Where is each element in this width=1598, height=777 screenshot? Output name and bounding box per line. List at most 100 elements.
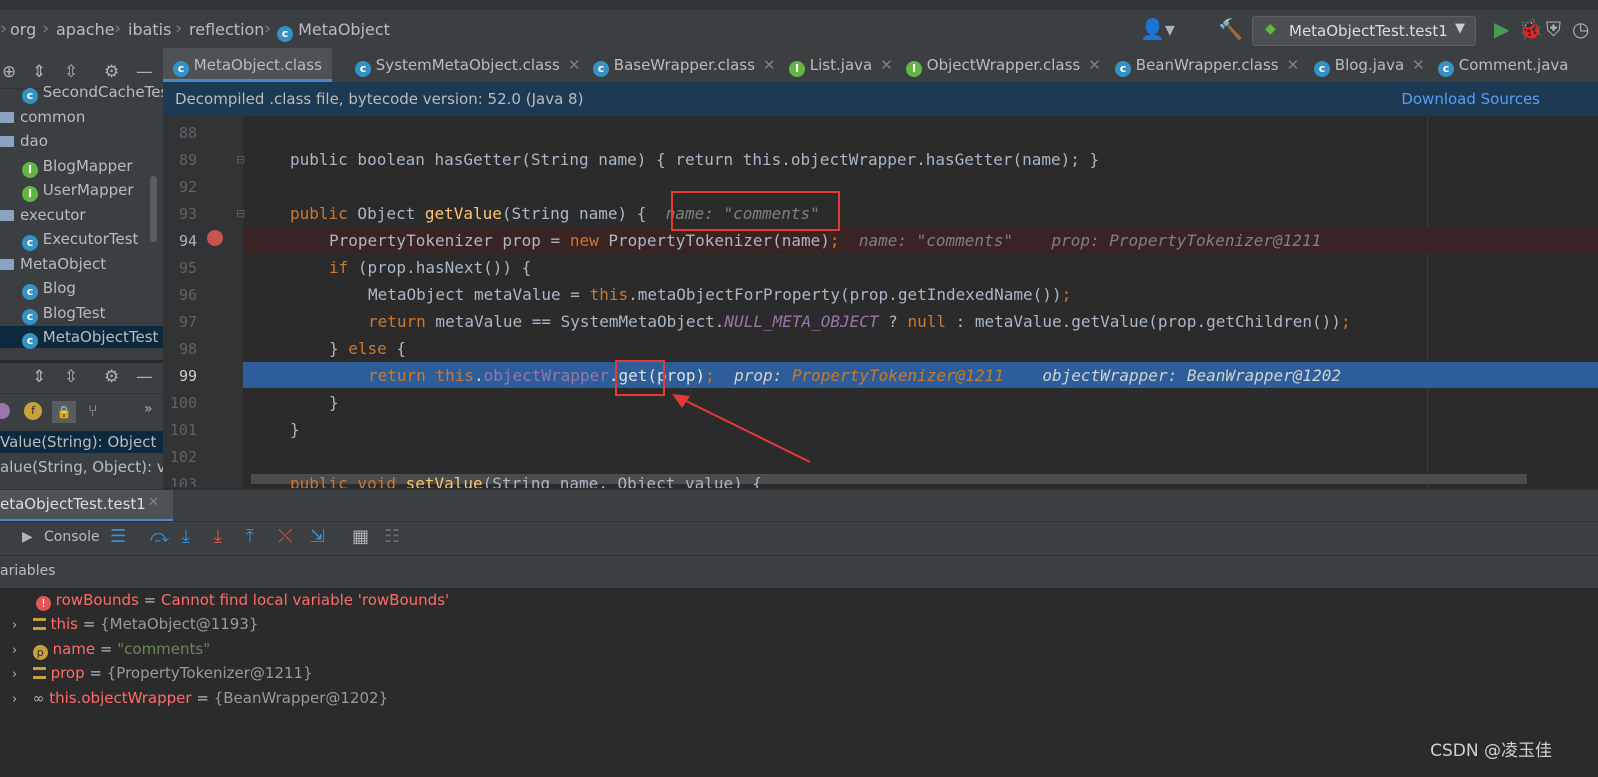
tab-debug-session[interactable]: etaObjectTest.test1 ✕: [0, 490, 173, 522]
step-over-icon[interactable]: ⤼: [150, 526, 169, 547]
variables-list: ! rowBounds = Cannot find local variable…: [0, 588, 1598, 777]
collapse-all-icon[interactable]: ⇳: [64, 367, 78, 387]
tree-item-metaobjecttest[interactable]: c MetaObjectTest: [0, 326, 163, 349]
step-into-icon[interactable]: ⤓: [182, 526, 190, 547]
variable-row[interactable]: › p name = "comments": [12, 637, 210, 661]
user-icon[interactable]: 👤▾: [1140, 18, 1175, 40]
lock-icon[interactable]: 🔒: [52, 401, 76, 423]
debug-icon[interactable]: 🐞: [1518, 18, 1543, 40]
trace-icon[interactable]: ☷: [384, 526, 400, 547]
expand-all-icon[interactable]: ⇕: [32, 62, 46, 82]
tree-item-secondcachetest[interactable]: c SecondCacheTes: [22, 81, 163, 104]
tree-item-common[interactable]: common: [0, 106, 85, 128]
run-icon[interactable]: ▶: [1494, 18, 1509, 40]
variable-name: name: [52, 640, 96, 658]
profiler-icon[interactable]: ◷: [1572, 18, 1589, 40]
tab-beanwrapper-class[interactable]: c BeanWrapper.class ✕: [1115, 48, 1299, 82]
locate-icon[interactable]: ⊕: [2, 62, 16, 82]
tree-item-label: BlogTest: [42, 304, 106, 322]
line-number: 94: [178, 232, 197, 250]
run-to-cursor-icon[interactable]: ⇲: [310, 526, 325, 547]
breadcrumb-ibatis[interactable]: ibatis: [128, 20, 171, 39]
tree-item-blogtest[interactable]: c BlogTest: [22, 302, 106, 325]
annotation-box: [671, 191, 840, 231]
collapse-all-icon[interactable]: ⇳: [64, 62, 78, 82]
chevron-right-icon[interactable]: ›: [12, 688, 28, 712]
class-icon: c: [22, 333, 38, 349]
field-filter-icon[interactable]: f: [24, 402, 42, 420]
close-icon[interactable]: ✕: [880, 56, 893, 74]
tree-item-label: executor: [20, 206, 86, 224]
variable-row[interactable]: › this = {MetaObject@1193}: [12, 612, 258, 636]
tree-item-blog[interactable]: c Blog: [22, 277, 76, 300]
chevron-right-icon[interactable]: ›: [12, 614, 28, 638]
variable-row[interactable]: › ∞ this.objectWrapper = {BeanWrapper@12…: [12, 686, 388, 710]
minimize-icon[interactable]: —: [136, 62, 153, 82]
variable-row[interactable]: › prop = {PropertyTokenizer@1211}: [12, 661, 313, 685]
tab-metaobject-class[interactable]: c MetaObject.class: [163, 48, 332, 82]
more-icon[interactable]: »: [144, 401, 153, 417]
run-config-selector[interactable]: ◆ MetaObjectTest.test1 ▼: [1252, 16, 1476, 46]
chevron-right-icon[interactable]: ›: [12, 639, 28, 663]
tree-item-blogmapper[interactable]: I BlogMapper: [22, 155, 133, 178]
tab-systemmetaobject-class[interactable]: c SystemMetaObject.class ✕: [355, 48, 580, 82]
variable-row[interactable]: ! rowBounds = Cannot find local variable…: [36, 588, 449, 612]
tree-item-executor[interactable]: executor: [0, 204, 86, 226]
tab-basewrapper-class[interactable]: c BaseWrapper.class ✕: [593, 48, 775, 82]
breakpoint-icon[interactable]: [207, 230, 223, 246]
close-icon[interactable]: ✕: [148, 495, 159, 510]
tab-objectwrapper-class[interactable]: I ObjectWrapper.class ✕: [906, 48, 1101, 82]
hierarchy-icon[interactable]: ⑂: [88, 401, 98, 420]
force-step-into-icon[interactable]: ⤓: [214, 526, 222, 547]
structure-item-getvalue[interactable]: Value(String): Object: [0, 431, 163, 453]
field-icon: [32, 618, 46, 630]
inline-value-hint: PropertyTokenizer@1211: [791, 366, 1004, 385]
close-icon[interactable]: ✕: [763, 56, 776, 74]
close-icon[interactable]: ✕: [568, 56, 581, 74]
tab-list-java[interactable]: I List.java ✕: [789, 48, 893, 82]
breadcrumb-org[interactable]: org: [10, 20, 36, 39]
class-icon: c: [355, 61, 371, 77]
download-sources-link[interactable]: Download Sources: [1401, 90, 1540, 108]
variables-header: ariables: [0, 555, 1598, 589]
tree-item-dao[interactable]: dao: [0, 130, 48, 152]
structure-item-setvalue[interactable]: alue(String, Object): vo: [0, 456, 163, 478]
coverage-icon[interactable]: ⛨: [1546, 18, 1561, 40]
console-tab[interactable]: Console: [44, 529, 100, 545]
step-out-icon[interactable]: ⤒: [246, 526, 254, 547]
tree-item-usermapper[interactable]: I UserMapper: [22, 179, 134, 202]
property-filter-icon[interactable]: [0, 403, 10, 419]
gear-icon[interactable]: ⚙: [104, 62, 119, 82]
evaluate-expression-icon[interactable]: ▦: [352, 526, 369, 547]
close-icon[interactable]: ✕: [1287, 56, 1300, 74]
tree-item-executortest[interactable]: c ExecutorTest: [22, 228, 139, 251]
gear-icon[interactable]: ⚙: [104, 367, 119, 387]
frames-icon[interactable]: ☰: [110, 526, 126, 547]
breadcrumb-separator: ›: [175, 18, 183, 39]
close-icon[interactable]: ✕: [1412, 56, 1425, 74]
tree-item-label: MetaObject: [20, 255, 107, 273]
watch-icon: ∞: [32, 691, 45, 707]
tree-item-label: MetaObjectTest: [42, 328, 159, 346]
drop-frame-icon[interactable]: ⤬: [278, 526, 292, 547]
folder-icon: [0, 112, 14, 123]
tree-item-metaobject[interactable]: MetaObject: [0, 253, 106, 275]
minimize-icon[interactable]: —: [136, 367, 153, 387]
chevron-right-icon[interactable]: ›: [12, 663, 28, 687]
breadcrumb-apache[interactable]: apache: [56, 20, 115, 39]
hammer-icon[interactable]: 🔨: [1218, 18, 1243, 40]
code-line-100: }: [329, 393, 339, 412]
close-icon[interactable]: ✕: [1088, 56, 1101, 74]
variable-name: prop: [50, 664, 85, 682]
tab-comment-java[interactable]: c Comment.java: [1438, 48, 1568, 82]
tree-item-label: ExecutorTest: [42, 230, 139, 248]
breadcrumb-metaobject[interactable]: c MetaObject: [277, 20, 390, 42]
expand-all-icon[interactable]: ⇕: [32, 367, 46, 387]
decompiled-info-bar: Decompiled .class file, bytecode version…: [163, 82, 1598, 116]
tree-scrollbar[interactable]: [150, 176, 157, 242]
fold-icon[interactable]: ⊟: [236, 153, 245, 166]
breadcrumb-reflection[interactable]: reflection: [189, 20, 264, 39]
tab-label: SystemMetaObject.class: [375, 56, 560, 74]
tab-blog-java[interactable]: c Blog.java ✕: [1314, 48, 1425, 82]
fold-icon[interactable]: ⊟: [236, 207, 245, 220]
